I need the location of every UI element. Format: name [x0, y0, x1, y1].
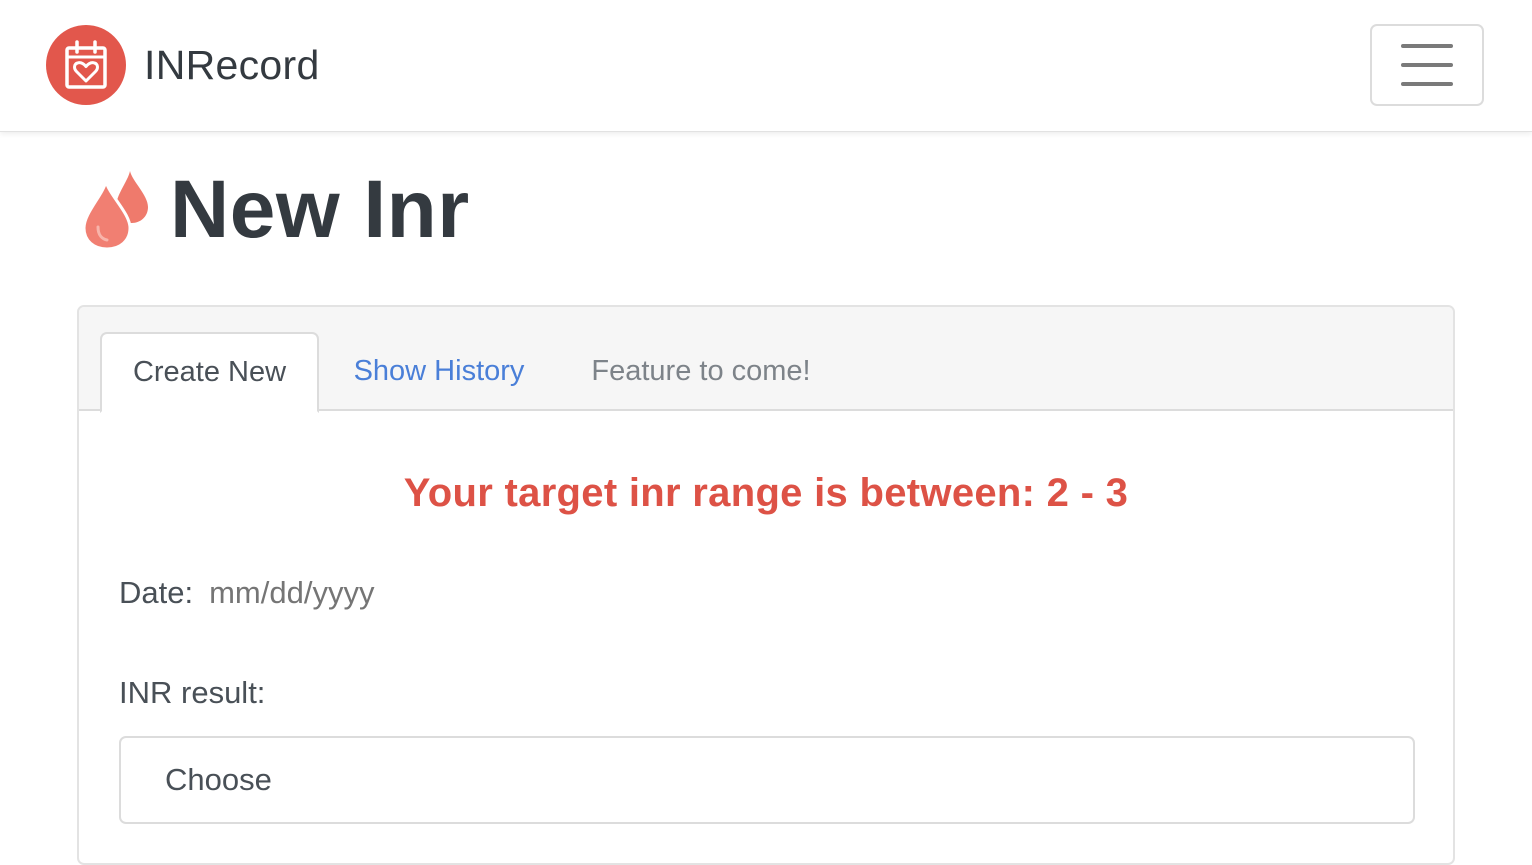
hamburger-menu-icon — [1401, 82, 1453, 86]
brand-name: INRecord — [144, 41, 320, 88]
tab-create-new[interactable]: Create New — [100, 332, 319, 413]
blood-drops-icon — [80, 165, 152, 256]
hamburger-menu-icon — [1401, 63, 1453, 67]
date-field-row: Date: — [119, 575, 470, 611]
tab-show-history[interactable]: Show History — [335, 332, 543, 411]
card-tabs-header: Create New Show History Feature to come! — [79, 307, 1453, 413]
date-input[interactable] — [209, 575, 470, 611]
inr-result-label: INR result: — [119, 675, 266, 710]
date-label: Date: — [119, 575, 194, 610]
page-heading: New Inr — [80, 162, 470, 258]
inr-result-select[interactable]: Choose — [119, 736, 1415, 824]
inr-select-value: Choose — [165, 762, 272, 797]
tab-feature-to-come: Feature to come! — [591, 355, 811, 387]
calendar-heart-icon — [46, 25, 126, 105]
inr-form-card: Create New Show History Feature to come!… — [77, 305, 1455, 865]
top-navbar: INRecord — [0, 0, 1532, 132]
hamburger-menu-icon — [1401, 44, 1453, 48]
navbar-toggle-button[interactable] — [1370, 24, 1484, 106]
brand-link[interactable]: INRecord — [46, 25, 320, 105]
page-title: New Inr — [170, 164, 470, 255]
target-range-message: Your target inr range is between: 2 - 3 — [403, 471, 1129, 515]
